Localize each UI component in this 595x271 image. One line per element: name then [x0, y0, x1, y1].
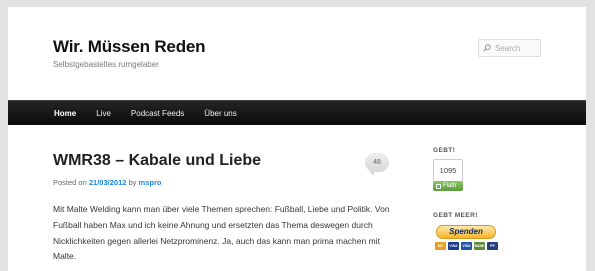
search-icon	[483, 44, 491, 52]
nav-item-live[interactable]: Live	[86, 101, 121, 125]
site-description: Selbstgebasteltes rumgelaber	[53, 60, 159, 69]
search-input[interactable]	[495, 43, 543, 53]
nav-item-ueber-uns[interactable]: Über uns	[194, 101, 246, 125]
payment-card-logo: MC	[435, 242, 446, 250]
payment-card-logo: VISA	[448, 242, 459, 250]
payment-cards: MC VISA VISA BANK PP	[435, 242, 498, 250]
site-title[interactable]: Wir. Müssen Reden	[53, 37, 206, 57]
nav-item-home[interactable]: Home	[44, 101, 86, 125]
flattr-count: 1095	[433, 159, 463, 182]
flattr-label: Flattr	[443, 183, 457, 189]
post-author-link[interactable]: mspro	[139, 178, 162, 187]
flattr-icon	[436, 183, 441, 189]
post-body: Mit Malte Welding kann man über viele Th…	[53, 204, 390, 262]
payment-card-logo: VISA	[461, 242, 472, 250]
flattr-widget-title: GEBT!	[433, 147, 456, 154]
paypal-donate: Spenden MC VISA VISA BANK PP	[433, 225, 498, 250]
payment-card-logo: PP	[487, 242, 498, 250]
posted-on-label: Posted on	[53, 178, 87, 187]
nav-item-podcast-feeds[interactable]: Podcast Feeds	[121, 101, 194, 125]
post-title[interactable]: WMR38 – Kabale und Liebe	[53, 152, 261, 170]
post-meta: Posted on 21/03/2012 by mspro	[53, 178, 161, 187]
page: Wir. Müssen Reden Selbstgebasteltes rumg…	[8, 7, 586, 271]
by-label: by	[128, 178, 137, 187]
comment-count-bubble[interactable]: 48	[365, 153, 389, 176]
post-date-link[interactable]: 21/03/2012	[89, 178, 127, 187]
flattr-button[interactable]: Flattr	[433, 181, 463, 191]
payment-card-logo: BANK	[474, 242, 485, 250]
main-navigation: Home Live Podcast Feeds Über uns	[8, 100, 586, 125]
donate-button[interactable]: Spenden	[436, 225, 496, 239]
search-box[interactable]	[478, 39, 543, 57]
paypal-widget-title: GEBT MEER!	[433, 212, 478, 219]
